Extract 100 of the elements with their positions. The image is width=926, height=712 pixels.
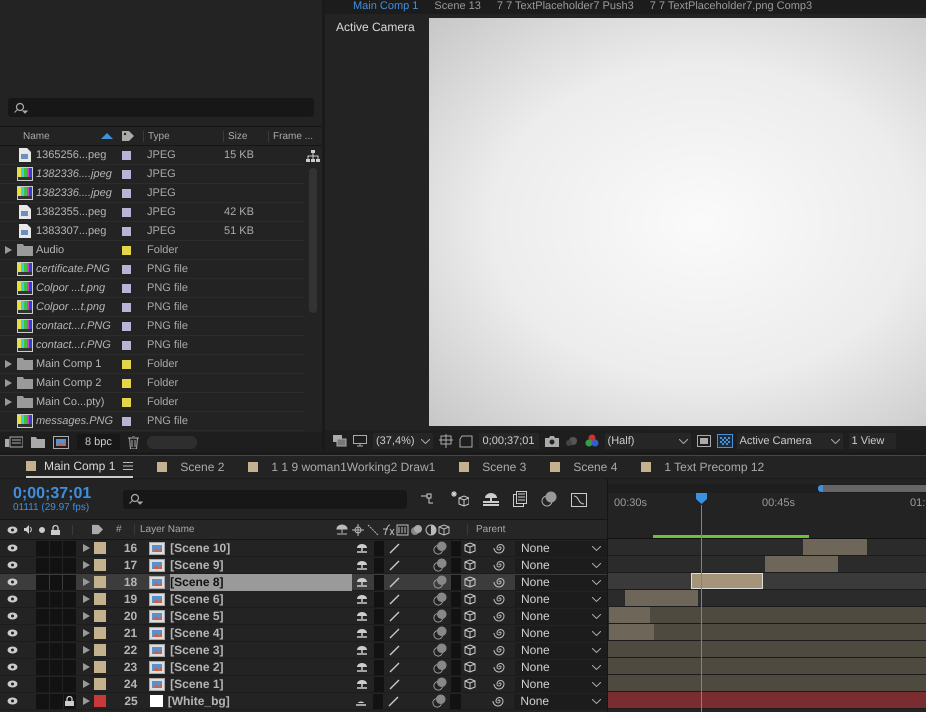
solo-dot-icon[interactable]: [39, 526, 45, 532]
layer-row[interactable]: 19 [Scene 6] None: [0, 591, 607, 608]
motion-blur-icon[interactable]: [432, 677, 447, 691]
layer-row[interactable]: 25 [White_bg] None: [0, 693, 607, 710]
label-swatch[interactable]: [122, 246, 131, 254]
color-channels-icon[interactable]: [584, 434, 599, 448]
3d-cube-icon[interactable]: [464, 610, 476, 622]
column-header[interactable]: Parent: [467, 524, 576, 535]
pick-whip-icon[interactable]: [493, 576, 506, 588]
3d-cube-icon[interactable]: [464, 593, 476, 605]
expand-arrow-icon[interactable]: [4, 360, 12, 368]
layer-name[interactable]: [Scene 4]: [170, 626, 352, 640]
solo-switch[interactable]: [50, 592, 62, 606]
parent-dropdown[interactable]: None: [515, 558, 608, 572]
label-swatch[interactable]: [122, 340, 131, 350]
new-folder-icon[interactable]: [31, 436, 45, 448]
visibility-icon[interactable]: [7, 680, 18, 688]
3d-cube-icon[interactable]: [464, 678, 476, 690]
parent-dropdown[interactable]: None: [514, 694, 608, 708]
audio-switch[interactable]: [36, 574, 49, 590]
pick-whip-icon[interactable]: [493, 593, 506, 605]
parent-dropdown[interactable]: None: [515, 660, 608, 674]
lock-icon[interactable]: [51, 524, 60, 534]
label-swatch[interactable]: [94, 593, 106, 605]
item-name[interactable]: Audio: [36, 244, 118, 256]
shy-icon[interactable]: [356, 610, 368, 622]
label-swatch[interactable]: [122, 226, 131, 236]
label-swatch[interactable]: [94, 627, 106, 639]
adjustment-switch[interactable]: [450, 574, 462, 590]
shy-icon[interactable]: [356, 644, 368, 656]
layer-name[interactable]: [Scene 6]: [170, 592, 352, 606]
new-composition-icon[interactable]: [53, 436, 69, 448]
expand-arrow-icon[interactable]: [4, 246, 12, 254]
column-header[interactable]: Name: [23, 130, 101, 142]
label-swatch[interactable]: [122, 188, 131, 198]
shy-layers-icon[interactable]: [483, 492, 499, 506]
collapse-switch[interactable]: [374, 592, 384, 606]
magnification-dropdown[interactable]: (37,4%): [373, 433, 433, 449]
visibility-icon[interactable]: [7, 629, 18, 637]
shy-icon[interactable]: [356, 594, 368, 604]
item-name[interactable]: Colpor ...t.png: [36, 282, 118, 294]
lock-switch[interactable]: [64, 694, 76, 708]
quality-slash-icon[interactable]: [389, 560, 400, 570]
item-name[interactable]: 1365256...peg: [36, 149, 118, 161]
quality-slash-icon[interactable]: [389, 644, 400, 656]
timeline-tab[interactable]: Scene 2: [157, 456, 224, 478]
visibility-icon[interactable]: [7, 663, 18, 671]
column-header[interactable]: Frame ...: [268, 130, 317, 142]
column-header[interactable]: Size: [223, 130, 268, 142]
flowchart-icon[interactable]: [306, 150, 320, 162]
audio-switch[interactable]: [36, 558, 49, 572]
label-swatch[interactable]: [122, 150, 131, 160]
expand-arrow-icon[interactable]: [83, 697, 90, 705]
quality-slash-icon[interactable]: [389, 610, 400, 622]
timeline-tab[interactable]: Main Comp 1: [26, 456, 134, 478]
item-name[interactable]: Main Co...pty): [36, 396, 118, 408]
motion-blur-icon[interactable]: [432, 592, 447, 606]
quality-slash-icon[interactable]: [389, 576, 400, 588]
layer-bar[interactable]: [608, 624, 654, 640]
layer-row[interactable]: 22 [Scene 3] None: [0, 642, 607, 659]
item-name[interactable]: contact...r.PNG: [36, 339, 118, 351]
label-swatch[interactable]: [94, 542, 106, 554]
motion-blur-icon[interactable]: [541, 491, 557, 507]
motion-blur-icon[interactable]: [432, 643, 447, 657]
camera-snapshot-icon[interactable]: [544, 436, 559, 446]
menu-icon[interactable]: [123, 462, 134, 470]
motion-blur-icon[interactable]: [432, 541, 447, 555]
pick-whip-icon[interactable]: [493, 542, 506, 554]
lock-switch[interactable]: [63, 574, 76, 590]
layer-row[interactable]: 24 [Scene 1] None: [0, 676, 607, 693]
trash-icon[interactable]: [128, 436, 139, 448]
visibility-icon[interactable]: [7, 612, 18, 620]
timeline-tab[interactable]: 1 Text Precomp 12: [641, 456, 764, 478]
label-swatch[interactable]: [94, 678, 106, 690]
layer-bar[interactable]: [608, 607, 650, 623]
label-swatch[interactable]: [94, 661, 106, 673]
motion-blur-icon[interactable]: [432, 694, 446, 708]
expand-arrow-icon[interactable]: [83, 646, 90, 654]
layer-name[interactable]: [Scene 1]: [170, 677, 352, 691]
column-header[interactable]: Type: [143, 130, 223, 142]
motion-blur-icon[interactable]: [432, 626, 447, 640]
solo-switch[interactable]: [50, 574, 62, 590]
parent-dropdown[interactable]: None: [515, 676, 608, 692]
shy-icon[interactable]: [356, 560, 368, 570]
item-name[interactable]: 1382336....jpeg: [36, 168, 118, 180]
label-swatch[interactable]: [122, 208, 131, 216]
expand-arrow-icon[interactable]: [83, 544, 90, 552]
expand-arrow-icon[interactable]: [83, 663, 90, 671]
speaker-icon[interactable]: [24, 525, 33, 534]
shy-icon[interactable]: [356, 628, 368, 638]
collapse-switch[interactable]: [374, 574, 384, 590]
composition-tab[interactable]: Main Comp 1: [353, 0, 418, 14]
quality-slash-icon[interactable]: [388, 696, 400, 706]
current-time-field[interactable]: 0;00;37;01: [478, 433, 539, 449]
interpret-footage-icon[interactable]: [5, 436, 23, 448]
motion-blur-icon[interactable]: [432, 575, 447, 589]
label-swatch[interactable]: [122, 416, 131, 426]
motion-blur-icon[interactable]: [432, 558, 447, 572]
search-field[interactable]: [123, 490, 407, 508]
draft-3d-icon[interactable]: [451, 491, 469, 507]
